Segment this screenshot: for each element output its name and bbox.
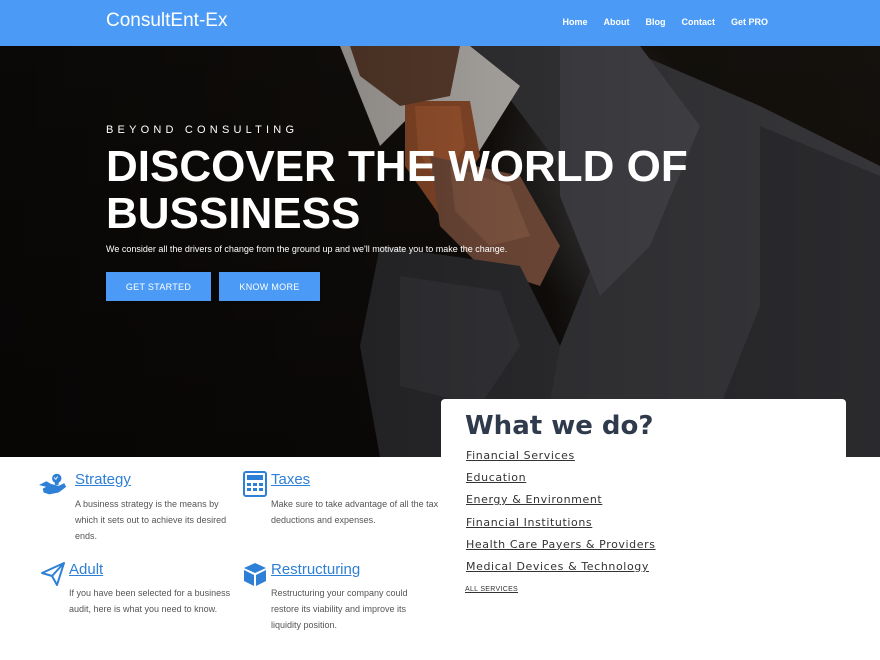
site-header: ConsultEnt-Ex Home About Blog Contact Ge… <box>0 0 880 46</box>
hero-title: DISCOVER THE WORLD OF BUSSINESS <box>106 142 688 238</box>
service-desc-restructuring: Restructuring your company could restore… <box>271 588 408 630</box>
paper-plane-icon <box>41 562 65 586</box>
nav-get-pro[interactable]: Get PRO <box>731 17 768 27</box>
what-we-do-title: What we do? <box>465 411 654 441</box>
nav-home[interactable]: Home <box>562 17 587 27</box>
service-desc-strategy: A business strategy is the means by whic… <box>75 499 227 541</box>
get-started-button[interactable]: GET STARTED <box>106 272 211 301</box>
link-financial-services[interactable]: Financial Services <box>466 449 575 462</box>
link-health-care[interactable]: Health Care Payers & Providers <box>466 538 656 551</box>
link-education[interactable]: Education <box>466 471 526 484</box>
nav-contact[interactable]: Contact <box>681 17 715 27</box>
link-energy-environment[interactable]: Energy & Environment <box>466 493 602 506</box>
list-item: Financial Institutions <box>466 513 656 535</box>
what-we-do-card: What we do? Financial Services Education… <box>441 399 846 660</box>
service-title-restructuring[interactable]: Restructuring <box>271 561 360 578</box>
bulb-hand-icon <box>38 473 67 495</box>
hero-subtitle: We consider all the drivers of change fr… <box>106 244 508 254</box>
know-more-button[interactable]: KNOW MORE <box>219 272 320 301</box>
service-desc-adult: If you have been selected for a business… <box>69 588 231 614</box>
service-title-taxes[interactable]: Taxes <box>271 471 310 488</box>
list-item: Energy & Environment <box>466 490 656 512</box>
hero-eyebrow: BEYOND CONSULTING <box>106 124 299 136</box>
nav-about[interactable]: About <box>603 17 629 27</box>
list-item: Financial Services <box>466 446 656 468</box>
service-desc-taxes: Make sure to take advantage of all the t… <box>271 499 439 525</box>
link-medical-devices[interactable]: Medical Devices & Technology <box>466 560 649 573</box>
nav-blog[interactable]: Blog <box>645 17 665 27</box>
list-item: Education <box>466 468 656 490</box>
hero-section: BEYOND CONSULTING DISCOVER THE WORLD OF … <box>0 46 880 457</box>
cube-icon <box>244 563 266 586</box>
service-title-strategy[interactable]: Strategy <box>75 471 131 488</box>
brand-logo[interactable]: ConsultEnt-Ex <box>106 10 227 32</box>
all-services-link[interactable]: ALL SERVICES <box>465 586 518 593</box>
calculator-icon <box>243 471 267 497</box>
list-item: Health Care Payers & Providers <box>466 535 656 557</box>
list-item: Medical Devices & Technology <box>466 557 656 579</box>
what-we-do-list: Financial Services Education Energy & En… <box>466 446 656 579</box>
link-financial-institutions[interactable]: Financial Institutions <box>466 516 592 529</box>
service-title-adult[interactable]: Adult <box>69 561 103 578</box>
main-nav: Home About Blog Contact Get PRO <box>562 17 768 27</box>
